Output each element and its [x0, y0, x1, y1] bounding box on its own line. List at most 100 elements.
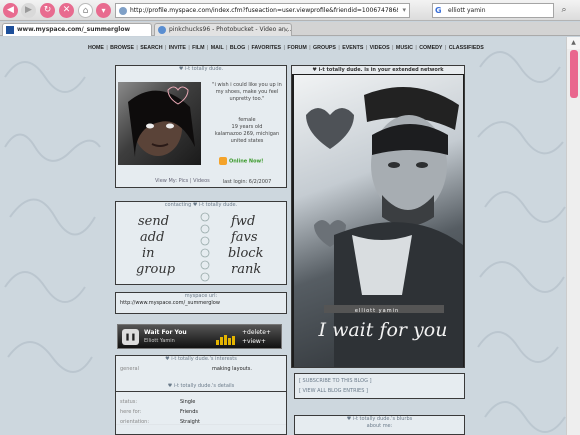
pause-button[interactable]: ❚❚: [122, 329, 139, 345]
online-text: Online Now!: [229, 158, 264, 165]
details-box: status: Single here for: Friends orienta…: [115, 391, 287, 435]
online-status: Online Now!: [219, 157, 279, 166]
nav-classifieds[interactable]: CLASSIFIEDS: [449, 45, 484, 51]
history-button[interactable]: ▾: [96, 3, 111, 18]
block-user-link[interactable]: block: [228, 247, 263, 260]
nav-music[interactable]: MUSIC: [396, 45, 413, 51]
page-content: HOME | BROWSE | SEARCH | INVITE | FILM | MAIL…: [0, 37, 566, 435]
nav-favorites[interactable]: FAVORITES: [251, 45, 281, 51]
browser-toolbar: ◀ ▶ ↻ ✕ ⌂ ▾ http://profile.myspace.com/i…: [0, 0, 580, 21]
page-scrollbar[interactable]: ▲: [566, 37, 580, 435]
details-header: ♥ i-t totally dude.'s details: [167, 383, 235, 389]
nav-blog[interactable]: BLOG: [230, 45, 245, 51]
tab-label: www.myspace.com/_summerglow: [17, 26, 131, 33]
delete-song-link[interactable]: +delete+: [242, 329, 271, 336]
stop-button[interactable]: ✕: [59, 3, 74, 18]
profile-photo[interactable]: [118, 82, 201, 165]
song-artist: Elliott Yamin: [144, 338, 175, 344]
scroll-up-icon[interactable]: ▲: [567, 37, 580, 49]
nav-groups[interactable]: GROUPS: [313, 45, 336, 51]
nav-film[interactable]: FILM: [192, 45, 204, 51]
interests-header: ♥ i-t totally dude.'s interests: [165, 356, 237, 362]
view-blog-link[interactable]: [ VIEW ALL BLOG ENTRIES ]: [299, 388, 368, 394]
url-dropdown-icon[interactable]: ▾: [402, 4, 406, 17]
home-button[interactable]: ⌂: [78, 3, 93, 18]
contact-header: contacting ♥ i-t totally dude.: [164, 202, 238, 208]
blurbs-box: ♥ i-t totally dude.'s blurbs about me:: [294, 415, 465, 435]
search-icon[interactable]: ⌕: [557, 4, 571, 17]
search-input[interactable]: elliott yamin: [448, 4, 486, 17]
profile-details: female 19 years old kalamazoo 269, michi…: [208, 117, 286, 145]
search-engine-icon[interactable]: G: [435, 5, 446, 16]
image-caption: I wait for you: [318, 319, 448, 341]
search-box[interactable]: G elliott yamin: [432, 3, 554, 18]
forward-link[interactable]: fwd: [231, 215, 255, 228]
reload-button[interactable]: ↻: [40, 3, 55, 18]
nav-mail[interactable]: MAIL: [211, 45, 224, 51]
song-title: Wait For You: [144, 329, 187, 336]
nav-events[interactable]: EVENTS: [342, 45, 363, 51]
send-message-link[interactable]: send: [138, 215, 169, 228]
nav-home[interactable]: HOME: [88, 45, 104, 51]
online-icon: [219, 157, 227, 165]
music-player: ❚❚ Wait For You Elliott Yamin +delete+ +…: [117, 324, 282, 349]
equalizer-bar: [224, 335, 227, 345]
view-song-link[interactable]: +view+: [242, 338, 266, 345]
nav-comedy[interactable]: COMEDY: [419, 45, 442, 51]
myspace-favicon-icon: [6, 26, 14, 34]
back-button[interactable]: ◀: [3, 3, 18, 18]
equalizer-bar: [232, 336, 235, 345]
image-small-caption: elliott yamin: [354, 308, 400, 314]
profile-name: ♥ i-t totally dude.: [178, 66, 224, 72]
nav-browse[interactable]: BROWSE: [110, 45, 134, 51]
add-to-group-link[interactable]: group: [136, 263, 175, 276]
url-header: myspace url:: [184, 293, 218, 299]
nav-forum[interactable]: FORUM: [287, 45, 306, 51]
myspace-url[interactable]: http://www.myspace.com/_summerglow: [116, 300, 286, 306]
tab-bar: www.myspace.com/_summerglow pinkchucks96…: [0, 22, 580, 36]
detail-value: Straight: [180, 419, 200, 425]
interest-value: making layouts.: [212, 366, 252, 372]
address-bar[interactable]: http://profile.myspace.com/index.cfm?fus…: [115, 3, 410, 18]
profile-quote: "i wish i could like you up in my shoes,…: [212, 82, 282, 102]
tab-photobucket[interactable]: pinkchucks96 - Photobucket - Video an...…: [154, 23, 292, 36]
blog-box: [ SUBSCRIBE TO THIS BLOG ] [ VIEW ALL BL…: [294, 373, 465, 399]
add-friend-link[interactable]: add: [140, 231, 164, 244]
lace-divider: [200, 212, 210, 282]
detail-key: status:: [120, 399, 138, 405]
add-favorites-link[interactable]: favs: [231, 231, 258, 244]
blurbs-header: ♥ i-t totally dude.'s blurbs: [346, 416, 413, 422]
about-me-label: about me:: [366, 423, 393, 429]
equalizer-bar: [220, 337, 223, 345]
nav-invite[interactable]: INVITE: [169, 45, 186, 51]
tab-myspace[interactable]: www.myspace.com/_summerglow: [2, 23, 152, 36]
contact-box: contacting ♥ i-t totally dude. send add …: [115, 201, 287, 285]
main-nav: HOME | BROWSE | SEARCH | INVITE | FILM | MAIL…: [88, 45, 484, 51]
detail-key: here for:: [120, 409, 142, 415]
site-globe-icon: [119, 7, 127, 15]
equalizer-bar: [216, 340, 219, 345]
extended-network-header: ♥ i-t totally dude. is in your extended …: [292, 66, 464, 74]
nav-search[interactable]: SEARCH: [140, 45, 162, 51]
im-link[interactable]: in: [142, 247, 155, 260]
close-icon[interactable]: ×: [283, 24, 289, 36]
nav-videos[interactable]: VIDEOS: [370, 45, 390, 51]
view-pics-link[interactable]: View My: Pics | Videos: [155, 178, 210, 184]
url-text[interactable]: http://profile.myspace.com/index.cfm?fus…: [130, 4, 398, 17]
rank-user-link[interactable]: rank: [231, 263, 261, 276]
myspace-url-box: myspace url: http://www.myspace.com/_sum…: [115, 292, 287, 314]
profile-country: united states: [230, 138, 264, 144]
tab-label: pinkchucks96 - Photobucket - Video an...: [169, 26, 292, 33]
forward-button[interactable]: ▶: [21, 3, 36, 18]
profile-photo-art: [128, 86, 195, 157]
subscribe-blog-link[interactable]: [ SUBSCRIBE TO THIS BLOG ]: [299, 378, 372, 384]
profile-age: 19 years old: [231, 124, 263, 130]
profile-box: ♥ i-t totally dude. "i wish i could like…: [115, 65, 287, 188]
scroll-thumb[interactable]: [570, 50, 578, 98]
detail-value: Friends: [180, 409, 198, 415]
equalizer-bar: [228, 338, 231, 345]
photobucket-favicon-icon: [158, 26, 166, 34]
extended-network-image: elliott yamin I wait for you: [294, 75, 463, 367]
profile-gender: female: [238, 117, 256, 123]
interest-key: general: [120, 366, 140, 372]
